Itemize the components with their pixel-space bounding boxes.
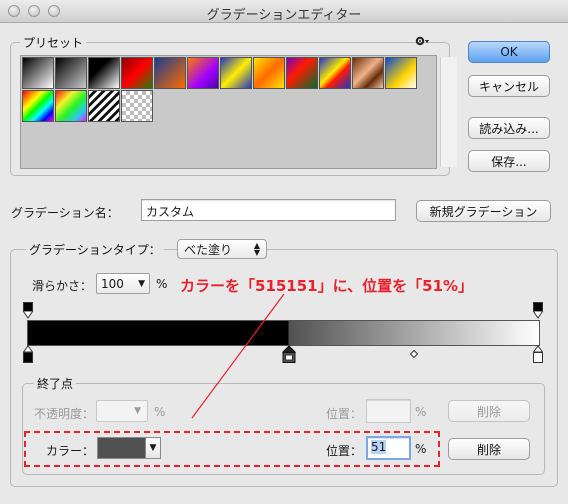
preset-swatch[interactable] xyxy=(55,57,87,89)
save-button[interactable]: 保存... xyxy=(468,150,550,172)
preset-swatch[interactable] xyxy=(55,90,87,122)
window-title: グラデーションエディター xyxy=(206,8,362,23)
preset-swatch[interactable] xyxy=(22,57,54,89)
preset-swatch[interactable] xyxy=(88,57,120,89)
opacity-unit: % xyxy=(154,405,166,419)
preset-swatch[interactable] xyxy=(253,57,285,89)
cancel-button[interactable]: キャンセル xyxy=(468,75,550,97)
gradient-name-input[interactable]: カスタム xyxy=(141,199,396,221)
color-midpoint-diamond[interactable] xyxy=(410,347,419,361)
stops-label: 終了点 xyxy=(34,375,77,392)
smoothness-value: 100 xyxy=(101,276,124,291)
annotation-highlight-box xyxy=(24,431,440,467)
opacity-label: 不透明度： xyxy=(34,407,95,421)
color-stop-selected[interactable] xyxy=(281,345,296,367)
new-gradient-button[interactable]: 新規グラデーション xyxy=(416,200,551,222)
chevron-down-icon: ▼ xyxy=(138,278,145,289)
gear-icon[interactable] xyxy=(414,35,430,50)
preset-swatch-grid[interactable] xyxy=(20,55,457,169)
gradient-type-label: グラデーションタイプ： xyxy=(26,241,164,258)
color-stop-right[interactable] xyxy=(532,345,544,367)
color-stop-left[interactable] xyxy=(22,345,34,367)
preset-swatch[interactable] xyxy=(88,90,120,122)
gradient-preview-bar[interactable] xyxy=(27,320,540,346)
opacity-location-unit: % xyxy=(415,405,427,419)
load-button[interactable]: 読み込み... xyxy=(468,117,550,139)
preset-swatch[interactable] xyxy=(121,90,153,122)
chevron-down-icon: ▼ xyxy=(134,406,141,416)
title-bar: グラデーションエディター xyxy=(0,0,568,23)
ok-button[interactable]: OK xyxy=(468,41,550,63)
gradient-type-select[interactable]: べた塗り ▲ ▼ xyxy=(177,239,267,259)
smoothness-select[interactable]: 100 ▼ xyxy=(96,273,150,294)
preset-swatch[interactable] xyxy=(385,57,417,89)
opacity-location-input[interactable] xyxy=(366,399,411,423)
preset-scrollbar[interactable] xyxy=(440,57,457,167)
delete-color-stop-button[interactable]: 削除 xyxy=(448,438,530,460)
smoothness-label: 滑らかさ： xyxy=(32,279,93,293)
opacity-select[interactable]: ▼ xyxy=(96,400,148,422)
preset-swatch[interactable] xyxy=(121,57,153,89)
preset-swatch[interactable] xyxy=(154,57,186,89)
presets-label: プリセット xyxy=(20,34,87,51)
opacity-location-label: 位置： xyxy=(326,407,363,421)
preset-swatch[interactable] xyxy=(187,57,219,89)
preset-swatch[interactable] xyxy=(319,57,351,89)
preset-swatch[interactable] xyxy=(22,90,54,122)
preset-swatch[interactable] xyxy=(352,57,384,89)
gradient-name-label: グラデーション名： xyxy=(11,206,119,220)
gradient-type-value: べた塗り xyxy=(184,242,233,257)
annotation-text: カラーを「515151」に、位置を「51%」 xyxy=(180,277,474,295)
preset-swatch[interactable] xyxy=(286,57,318,89)
updown-arrows-icon: ▲ ▼ xyxy=(253,241,260,257)
smoothness-unit: % xyxy=(156,277,168,291)
delete-opacity-stop-button[interactable]: 削除 xyxy=(448,400,530,422)
preset-swatch[interactable] xyxy=(220,57,252,89)
